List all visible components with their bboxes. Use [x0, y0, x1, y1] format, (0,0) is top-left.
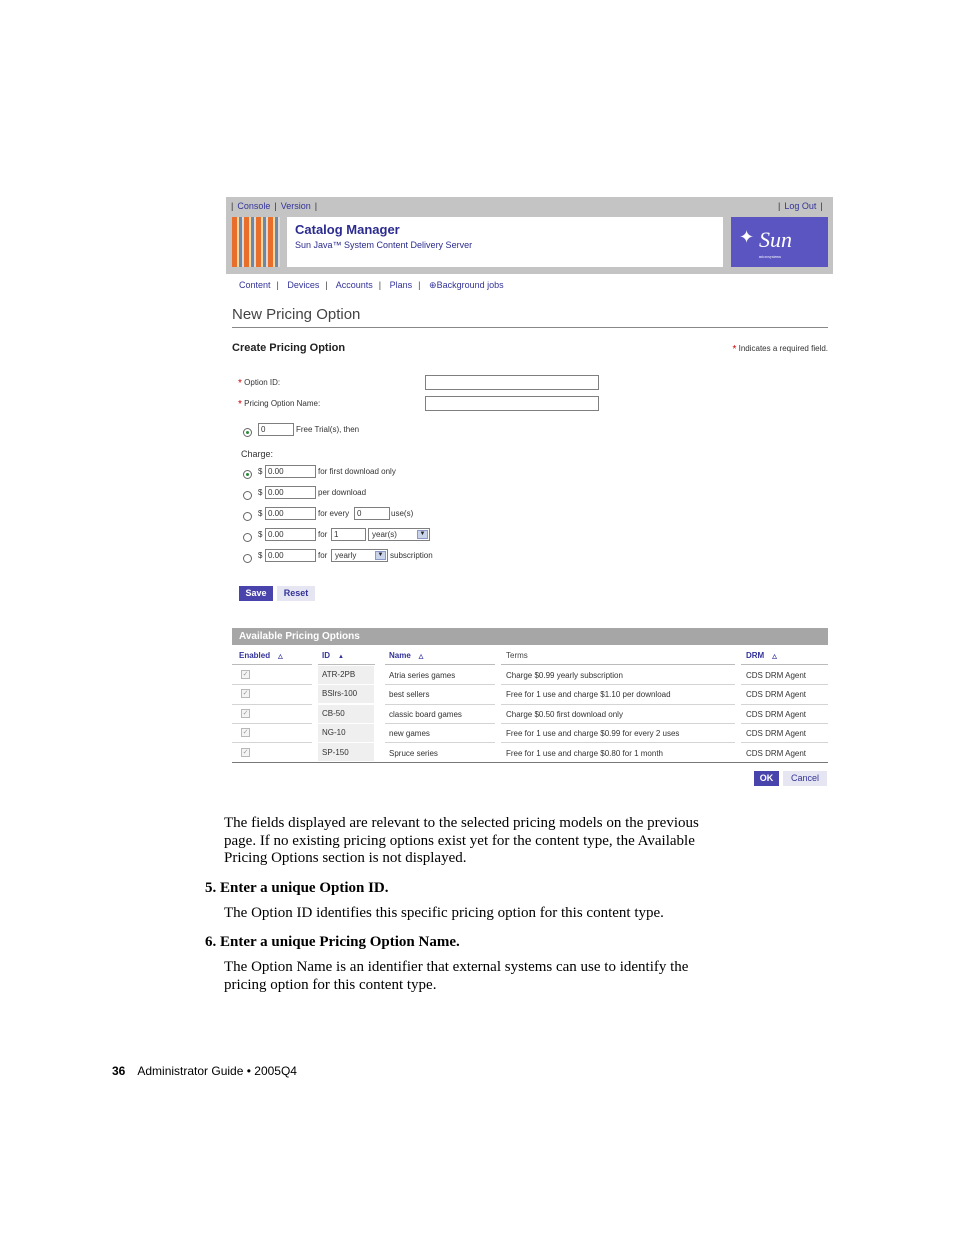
- table-cell-terms: Free for 1 use and charge $0.99 for ever…: [506, 729, 680, 738]
- top-nav-left: | Console | Version |: [231, 201, 318, 211]
- page-number: 36: [112, 1064, 126, 1078]
- nav-content[interactable]: Content: [239, 280, 271, 290]
- charge-subscription-radio[interactable]: [243, 554, 252, 563]
- step-6-title: 6. Enter a unique Pricing Option Name.: [205, 934, 460, 950]
- sun-diamond-icon: ✦: [739, 227, 755, 247]
- title-divider: [232, 327, 828, 328]
- masthead: | Console | Version | | Log Out | Catalog Mana…: [226, 197, 833, 274]
- table-cell-terms: Free for 1 use and charge $0.80 for 1 mo…: [506, 749, 663, 758]
- option-name-input[interactable]: [425, 396, 599, 411]
- main-nav: Content | Devices | Accounts | Plans | ⊕Back…: [239, 280, 504, 290]
- header-terms: Terms: [506, 651, 528, 660]
- page-footer: 36 Administrator Guide • 2005Q4: [112, 1064, 297, 1078]
- charge-first-download-radio[interactable]: [243, 470, 252, 479]
- page-title: New Pricing Option: [232, 306, 361, 323]
- option-id-input[interactable]: [425, 375, 599, 390]
- table-cell-drm: CDS DRM Agent: [746, 710, 807, 719]
- table-cell-id: BSlrs-100: [322, 689, 358, 698]
- table-title: Available Pricing Options: [232, 628, 828, 645]
- charge-every-uses-radio[interactable]: [243, 512, 252, 521]
- table-cell-drm: CDS DRM Agent: [746, 690, 807, 699]
- table-cell-id: CB-50: [322, 709, 345, 718]
- sun-logo: ✦ Sun microsystems: [731, 217, 828, 267]
- period-unit-select[interactable]: year(s) ▼: [368, 528, 430, 541]
- table-cell-terms: Charge $0.50 first download only: [506, 710, 623, 719]
- catalog-books-image: [232, 217, 280, 267]
- step-5-text: The Option ID identifies this specific p…: [224, 905, 664, 921]
- table-cell-id: ATR-2PB: [322, 670, 356, 679]
- nav-devices[interactable]: Devices: [287, 280, 319, 290]
- chevron-down-icon: ▼: [417, 530, 428, 539]
- logout-link[interactable]: Log Out: [784, 201, 816, 211]
- app-title: Catalog Manager: [295, 222, 400, 237]
- screenshot: | Console | Version | | Log Out | Catalog Mana…: [226, 197, 833, 793]
- free-trial-input[interactable]: 0: [258, 423, 294, 436]
- table-cell-name: classic board games: [389, 710, 462, 719]
- nav-plans[interactable]: Plans: [390, 280, 413, 290]
- save-button[interactable]: Save: [239, 586, 273, 601]
- enabled-checkbox[interactable]: ✓: [241, 728, 250, 737]
- top-nav-right: | Log Out |: [778, 201, 823, 211]
- app-title-panel: Catalog Manager Sun Java™ System Content…: [287, 217, 723, 267]
- charge-first-download-input[interactable]: 0.00: [265, 465, 316, 478]
- sort-icon: △: [772, 654, 777, 660]
- header-enabled[interactable]: Enabled △: [239, 651, 283, 660]
- table-cell-drm: CDS DRM Agent: [746, 729, 807, 738]
- table-cell-terms: Free for 1 use and charge $1.10 per down…: [506, 690, 671, 699]
- free-trial-radio[interactable]: [243, 428, 252, 437]
- chevron-down-icon: ▼: [375, 551, 386, 560]
- uses-count-input[interactable]: 0: [354, 507, 390, 520]
- required-note: * Indicates a required field.: [732, 344, 828, 355]
- table-cell-id: SP-150: [322, 748, 349, 757]
- step-6-text: The Option Name is an identifier that ex…: [224, 959, 689, 993]
- enabled-checkbox[interactable]: ✓: [241, 748, 250, 757]
- enabled-checkbox[interactable]: ✓: [241, 709, 250, 718]
- ok-button[interactable]: OK: [754, 771, 779, 786]
- subscription-select[interactable]: yearly ▼: [331, 549, 388, 562]
- charge-period-radio[interactable]: [243, 533, 252, 542]
- required-star-icon: *: [732, 344, 737, 355]
- table-cell-name: Atria series games: [389, 671, 456, 680]
- section-title: Create Pricing Option: [232, 342, 346, 354]
- charge-label: Charge:: [241, 449, 274, 459]
- sort-icon: △: [278, 654, 283, 660]
- nav-accounts[interactable]: Accounts: [336, 280, 373, 290]
- table-cell-name: new games: [389, 729, 430, 738]
- table-cell-drm: CDS DRM Agent: [746, 671, 807, 680]
- nav-background-jobs[interactable]: Background jobs: [437, 280, 504, 290]
- charge-subscription-input[interactable]: 0.00: [265, 549, 316, 562]
- header-name[interactable]: Name △: [389, 651, 423, 660]
- required-star-icon: *: [238, 399, 242, 410]
- intro-paragraph: The fields displayed are relevant to the…: [224, 815, 699, 866]
- header-id[interactable]: ID ▲: [322, 651, 344, 660]
- required-star-icon: *: [238, 378, 242, 389]
- footer-title: Administrator Guide • 2005Q4: [137, 1064, 297, 1078]
- console-link[interactable]: Console: [237, 201, 270, 211]
- reset-button[interactable]: Reset: [277, 586, 315, 601]
- enabled-checkbox[interactable]: ✓: [241, 689, 250, 698]
- step-5-title: 5. Enter a unique Option ID.: [205, 880, 389, 896]
- enabled-checkbox[interactable]: ✓: [241, 670, 250, 679]
- free-trial-suffix: Free Trial(s), then: [296, 425, 360, 434]
- option-name-label: * Pricing Option Name:: [238, 399, 321, 410]
- table-cell-name: Spruce series: [389, 749, 438, 758]
- charge-per-download-input[interactable]: 0.00: [265, 486, 316, 499]
- sort-icon: ▲: [338, 654, 344, 660]
- version-link[interactable]: Version: [281, 201, 311, 211]
- table-cell-name: best sellers: [389, 690, 430, 699]
- header-drm[interactable]: DRM △: [746, 651, 777, 660]
- sort-icon: △: [418, 654, 424, 660]
- app-subtitle: Sun Java™ System Content Delivery Server: [295, 240, 473, 250]
- cancel-button[interactable]: Cancel: [783, 771, 827, 786]
- table-cell-drm: CDS DRM Agent: [746, 749, 807, 758]
- background-jobs-icon: ⊕: [429, 280, 437, 290]
- charge-every-uses-input[interactable]: 0.00: [265, 507, 316, 520]
- table-cell-id: NG-10: [322, 728, 346, 737]
- period-count-input[interactable]: 1: [331, 528, 366, 541]
- charge-per-download-radio[interactable]: [243, 491, 252, 500]
- option-id-label: * Option ID:: [238, 378, 281, 389]
- table-cell-terms: Charge $0.99 yearly subscription: [506, 671, 623, 680]
- charge-period-input[interactable]: 0.00: [265, 528, 316, 541]
